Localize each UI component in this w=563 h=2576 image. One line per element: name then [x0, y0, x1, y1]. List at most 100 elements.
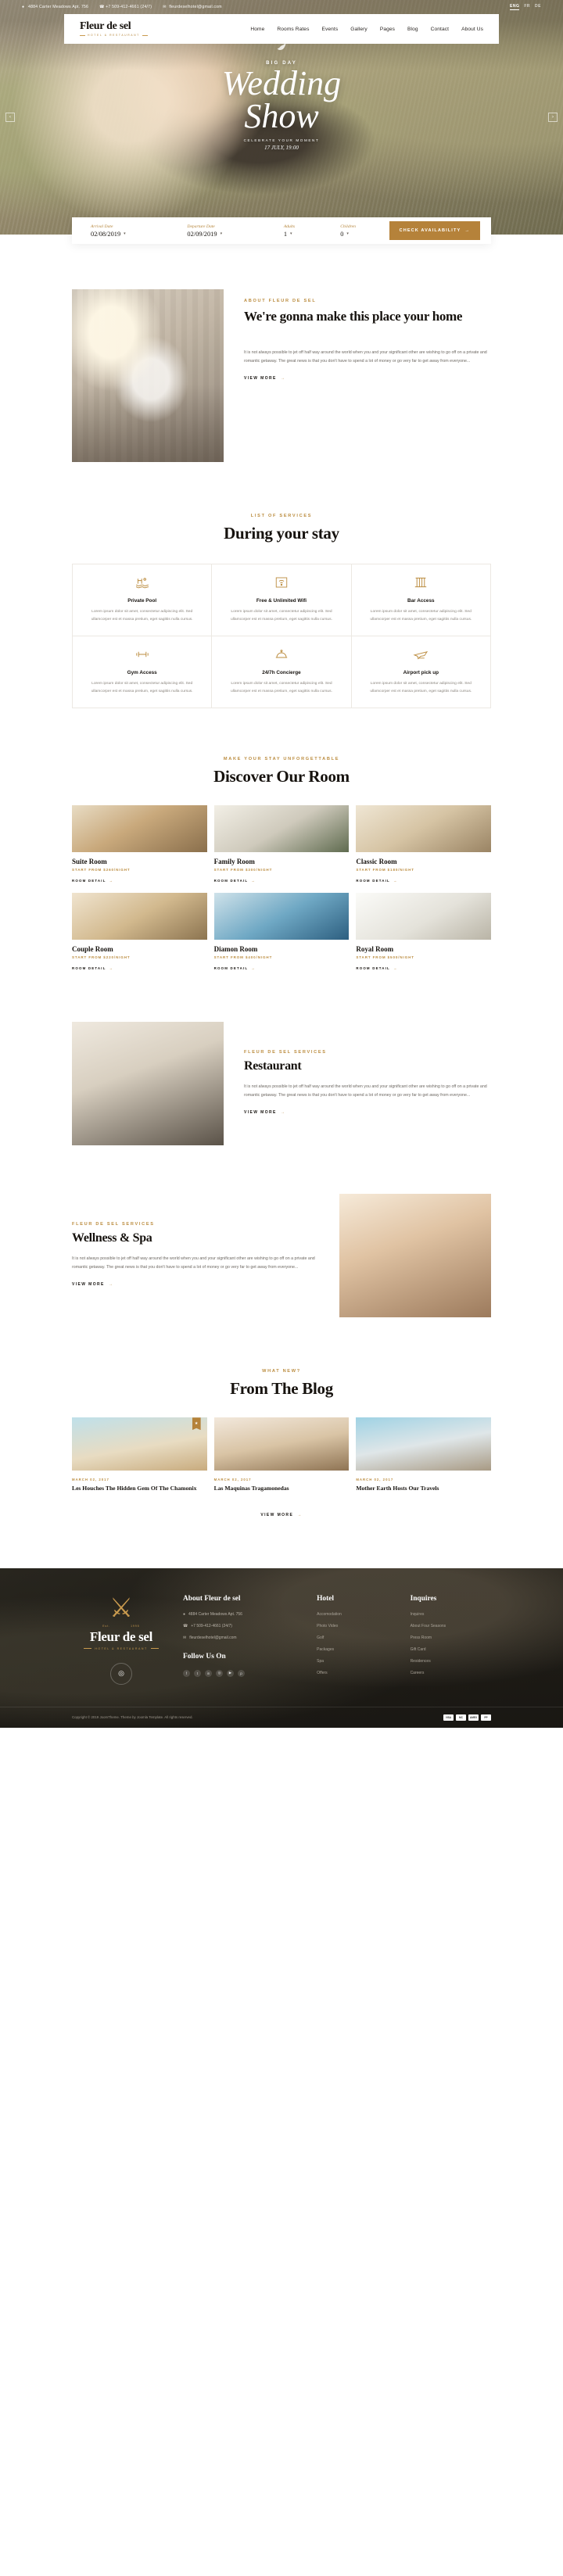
restaurant-view-more-button[interactable]: VIEW MORE →: [244, 1110, 285, 1115]
linkedin-icon[interactable]: in: [205, 1669, 212, 1677]
room-card[interactable]: Family Room START FROM $300/NIGHT ROOM D…: [213, 805, 350, 886]
departure-date-field[interactable]: Departure Date 02/09/2019 ▾: [179, 224, 275, 238]
established-year: 1995: [131, 1624, 140, 1628]
room-image: [72, 893, 207, 940]
footer-email[interactable]: ✉ fleurdeselhotel@gmail.com: [183, 1636, 304, 1640]
departure-date-value[interactable]: 02/09/2019 ▾: [187, 231, 275, 238]
nav-item-blog[interactable]: Blog: [407, 27, 418, 32]
children-field[interactable]: Children 0 ▾: [332, 224, 389, 238]
service-card[interactable]: Free & Unlimited Wifi Lorem ipsum dolor …: [212, 564, 352, 637]
hero-title-line1: Wedding: [221, 64, 342, 102]
footer-about-column: About Fleur de sel ● 4884 Carter Meadows…: [183, 1595, 304, 1685]
service-card[interactable]: Bar Access Lorem ipsum dolor sit amet, c…: [351, 564, 491, 637]
restaurant-image: [72, 1022, 224, 1146]
departure-date-label: Departure Date: [187, 224, 215, 229]
nav-item-pages[interactable]: Pages: [380, 27, 395, 32]
footer-hotel-link[interactable]: Photo Video: [317, 1624, 397, 1628]
chevron-down-icon: ▾: [346, 232, 349, 236]
adults-value[interactable]: 1 ▾: [284, 231, 332, 238]
room-card[interactable]: Suite Room START FROM $260/NIGHT ROOM DE…: [72, 805, 207, 886]
arrow-right-icon: →: [109, 966, 114, 971]
room-detail-button[interactable]: ROOM DETAIL →: [72, 966, 113, 970]
room-card[interactable]: Royal Room START FROM $500/NIGHT ROOM DE…: [356, 893, 491, 973]
blog-title[interactable]: Mother Earth Hosts Our Travels: [356, 1485, 491, 1492]
about-view-more-button[interactable]: VIEW MORE →: [244, 376, 285, 381]
footer-bottom-bar: Copyright © 2019 JoomTheme. Theme by Joo…: [0, 1706, 563, 1728]
brand-logo[interactable]: Fleur de sel HOTEL & RESTAURANT: [80, 21, 148, 38]
topbar-email[interactable]: ✉ fleurdeselhotel@gmail.com: [163, 5, 222, 9]
restaurant-heading: Restaurant: [244, 1059, 302, 1073]
departure-date-text: 02/09/2019: [187, 230, 217, 238]
service-desc: Lorem ipsum dolor sit amet, consectetur …: [231, 682, 332, 693]
arrival-date-value[interactable]: 02/08/2019 ▾: [91, 231, 179, 238]
nav-item-home[interactable]: Home: [250, 27, 264, 32]
nav-item-rooms-rates[interactable]: Rooms Rates: [277, 27, 309, 32]
service-card[interactable]: Private Pool Lorem ipsum dolor sit amet,…: [73, 564, 213, 637]
lang-de[interactable]: DE: [535, 4, 541, 10]
room-price: START FROM $500/NIGHT: [356, 955, 414, 960]
instagram-icon[interactable]: ◎: [216, 1669, 223, 1677]
room-card[interactable]: Couple Room START FROM $220/NIGHT ROOM D…: [72, 893, 207, 973]
footer-inquires-link[interactable]: Gift Card: [411, 1647, 491, 1652]
room-card[interactable]: Classic Room START FROM $180/NIGHT ROOM …: [356, 805, 491, 886]
tripadvisor-icon[interactable]: ◎: [110, 1662, 132, 1685]
blog-card[interactable]: MARCH 02, 2017 Mother Earth Hosts Our Tr…: [356, 1417, 491, 1492]
room-image: [356, 893, 491, 940]
blog-title[interactable]: Las Maquinas Tragamonedas: [214, 1485, 350, 1492]
hero-slider: ‹ › Fleur de sel HOTEL & RESTAURANT Home…: [0, 0, 563, 235]
blog-card[interactable]: MARCH 02, 2017 Las Maquinas Tragamonedas: [213, 1417, 350, 1492]
footer-hotel-link[interactable]: Packages: [317, 1647, 397, 1652]
footer-inquires-link[interactable]: Inquires: [411, 1612, 491, 1617]
adults-field[interactable]: Adults 1 ▾: [276, 224, 332, 238]
lang-fr[interactable]: FR: [524, 4, 530, 10]
blog-image: ★: [72, 1417, 207, 1471]
service-card[interactable]: Gym Access Lorem ipsum dolor sit amet, c…: [73, 636, 213, 709]
footer-inquires-link[interactable]: Residences: [411, 1659, 491, 1664]
blog-card[interactable]: ★ MARCH 02, 2017 Les Houches The Hidden …: [72, 1417, 207, 1492]
facebook-icon[interactable]: f: [183, 1669, 190, 1677]
hero-prev-arrow[interactable]: ‹: [5, 113, 15, 122]
topbar-phone[interactable]: ☎ +7 509-412-4661 (24/7): [99, 5, 152, 9]
footer-hotel-link[interactable]: Spa: [317, 1659, 397, 1664]
spa-view-more-button[interactable]: VIEW MORE →: [72, 1282, 113, 1287]
room-detail-button[interactable]: ROOM DETAIL →: [356, 879, 397, 883]
service-name: 24/7h Concierge: [262, 670, 301, 676]
room-card[interactable]: Diamon Room START FROM $400/NIGHT ROOM D…: [213, 893, 350, 973]
nav-item-events[interactable]: Events: [321, 27, 338, 32]
room-detail-button[interactable]: ROOM DETAIL →: [214, 966, 256, 970]
lang-eng[interactable]: ENG: [510, 4, 520, 10]
twitter-icon[interactable]: t: [194, 1669, 201, 1677]
restaurant-kicker: FLEUR DE SEL SERVICES: [244, 1050, 327, 1055]
arrow-right-icon: →: [297, 1512, 303, 1517]
blog-view-more-button[interactable]: VIEW MORE →: [260, 1513, 302, 1517]
footer-hotel-link[interactable]: Offers: [317, 1671, 397, 1675]
nav-item-about-us[interactable]: About Us: [461, 27, 483, 32]
rooms-heading: Discover Our Room: [213, 767, 350, 786]
check-availability-button[interactable]: CHECK AVAILABILITY →: [389, 221, 481, 240]
service-card[interactable]: 24/7h Concierge Lorem ipsum dolor sit am…: [212, 636, 352, 709]
top-bar: ● 4884 Carter Meadows Apt. 756 ☎ +7 509-…: [0, 0, 563, 14]
room-detail-button[interactable]: ROOM DETAIL →: [356, 966, 397, 970]
room-detail-button[interactable]: ROOM DETAIL →: [214, 879, 256, 883]
youtube-icon[interactable]: ▶: [227, 1669, 234, 1677]
room-name: Family Room: [213, 858, 255, 866]
room-price: START FROM $220/NIGHT: [72, 955, 131, 960]
footer-hotel-link[interactable]: Golf: [317, 1636, 397, 1640]
footer-phone[interactable]: ☎ +7 509-412-4661 (24/7): [183, 1624, 304, 1628]
footer-inquires-link[interactable]: Press Room: [411, 1636, 491, 1640]
hero-next-arrow[interactable]: ›: [548, 113, 558, 122]
footer-hotel-link[interactable]: Accomodation: [317, 1612, 397, 1617]
blog-title[interactable]: Les Houches The Hidden Gem Of The Chamon…: [72, 1485, 207, 1492]
language-switcher[interactable]: ENG FR DE: [510, 4, 541, 10]
spa-paragraph: It is not always possible to jet off hal…: [72, 1256, 315, 1270]
arrival-date-field[interactable]: Arrival Date 02/08/2019 ▾: [83, 224, 179, 238]
phone-icon: ☎: [99, 4, 105, 9]
nav-item-contact[interactable]: Contact: [431, 27, 449, 32]
room-detail-button[interactable]: ROOM DETAIL →: [72, 879, 113, 883]
children-value[interactable]: 0 ▾: [340, 231, 389, 238]
footer-inquires-link[interactable]: About Four Seasons: [411, 1624, 491, 1628]
nav-item-gallery[interactable]: Gallery: [350, 27, 368, 32]
service-card[interactable]: Airport pick up Lorem ipsum dolor sit am…: [351, 636, 491, 709]
footer-inquires-link[interactable]: Careers: [411, 1671, 491, 1675]
pinterest-icon[interactable]: p: [238, 1669, 245, 1677]
